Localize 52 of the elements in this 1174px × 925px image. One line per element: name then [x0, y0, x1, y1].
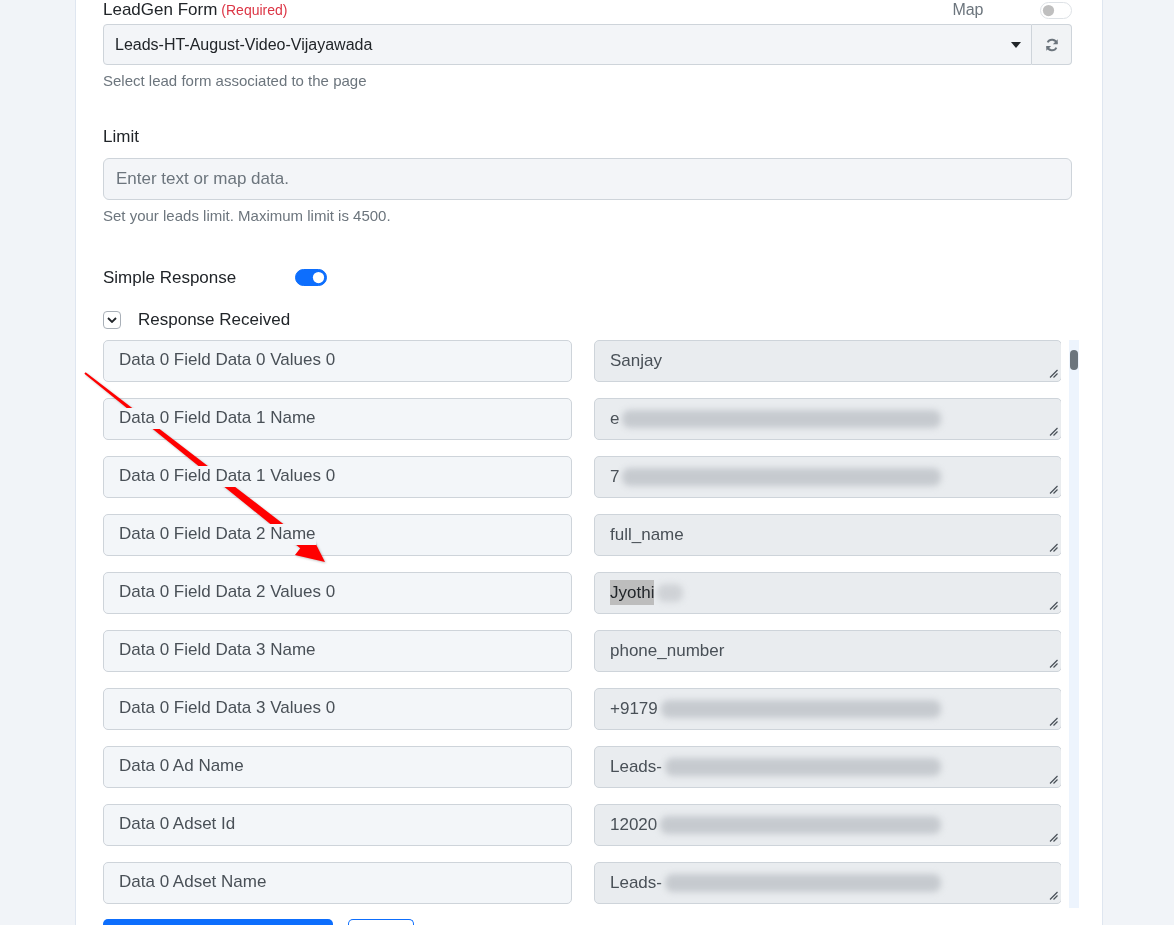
- expand-toggle[interactable]: [103, 310, 121, 329]
- blurred-text: [657, 583, 684, 602]
- map-label: Map: [952, 0, 984, 20]
- value-field[interactable]: phone_number: [594, 629, 1061, 672]
- key-field[interactable]: Data 0 Adset Name: [103, 861, 572, 904]
- value-field[interactable]: Sanjay: [594, 339, 1061, 382]
- value-field[interactable]: full_name: [594, 513, 1061, 556]
- resize-handle-icon[interactable]: [1049, 658, 1058, 668]
- chevron-down-icon: [107, 316, 117, 323]
- key-field[interactable]: Data 0 Field Data 2 Values 0: [103, 571, 572, 614]
- value-field[interactable]: Leads-: [594, 861, 1061, 904]
- resize-handle-icon[interactable]: [1049, 426, 1058, 436]
- key-field[interactable]: Data 0 Field Data 2 Name: [103, 513, 572, 556]
- refresh-button[interactable]: [1032, 24, 1072, 65]
- value-field[interactable]: 7: [594, 455, 1061, 498]
- key-field[interactable]: Data 0 Ad Name: [103, 745, 572, 788]
- key-field[interactable]: Data 0 Field Data 1 Values 0: [103, 455, 572, 498]
- section-label: Response Received: [138, 309, 291, 331]
- resize-handle-icon[interactable]: [1049, 716, 1058, 726]
- required-note: (Required): [221, 1, 288, 21]
- value-field[interactable]: e: [594, 397, 1061, 440]
- help-text: Set your leads limit. Maximum limit is 4500.: [103, 205, 392, 226]
- simple-response-toggle[interactable]: [294, 268, 327, 286]
- outline-button[interactable]: [348, 918, 414, 925]
- caret-icon: [1011, 41, 1021, 48]
- resize-handle-icon[interactable]: [1049, 832, 1058, 842]
- field-label: Simple Response: [103, 266, 237, 289]
- value-field[interactable]: Leads-: [594, 745, 1061, 788]
- field-label: LeadGen Form: [103, 0, 218, 22]
- refresh-icon: [1044, 37, 1059, 52]
- resize-handle-icon[interactable]: [1049, 542, 1058, 552]
- scrollbar-thumb[interactable]: [1070, 349, 1078, 370]
- leadform-select[interactable]: Leads-HT-August-Video-Vijayawada: [103, 24, 1032, 65]
- key-field[interactable]: Data 0 Field Data 3 Name: [103, 629, 572, 672]
- value-field[interactable]: 12020: [594, 803, 1061, 846]
- map-toggle[interactable]: [1040, 1, 1072, 19]
- key-field[interactable]: Data 0 Field Data 3 Values 0: [103, 687, 572, 730]
- resize-handle-icon[interactable]: [1049, 484, 1058, 494]
- limit-input[interactable]: Enter text or map data.: [103, 157, 1072, 200]
- key-field[interactable]: Data 0 Adset Id: [103, 803, 572, 846]
- key-field[interactable]: Data 0 Field Data 1 Name: [103, 397, 572, 440]
- resize-handle-icon[interactable]: [1049, 774, 1058, 784]
- resize-handle-icon[interactable]: [1049, 890, 1058, 900]
- primary-button[interactable]: [103, 918, 333, 925]
- field-label: Limit: [103, 126, 140, 148]
- key-field[interactable]: Data 0 Field Data 0 Values 0: [103, 339, 572, 382]
- help-text: Select lead form associated to the page: [103, 71, 368, 91]
- scrollbar[interactable]: [1069, 339, 1079, 908]
- resize-handle-icon[interactable]: [1049, 600, 1058, 610]
- value-field[interactable]: Jyothi: [594, 571, 1061, 614]
- value-field[interactable]: +9179: [594, 687, 1061, 730]
- resize-handle-icon[interactable]: [1049, 368, 1058, 378]
